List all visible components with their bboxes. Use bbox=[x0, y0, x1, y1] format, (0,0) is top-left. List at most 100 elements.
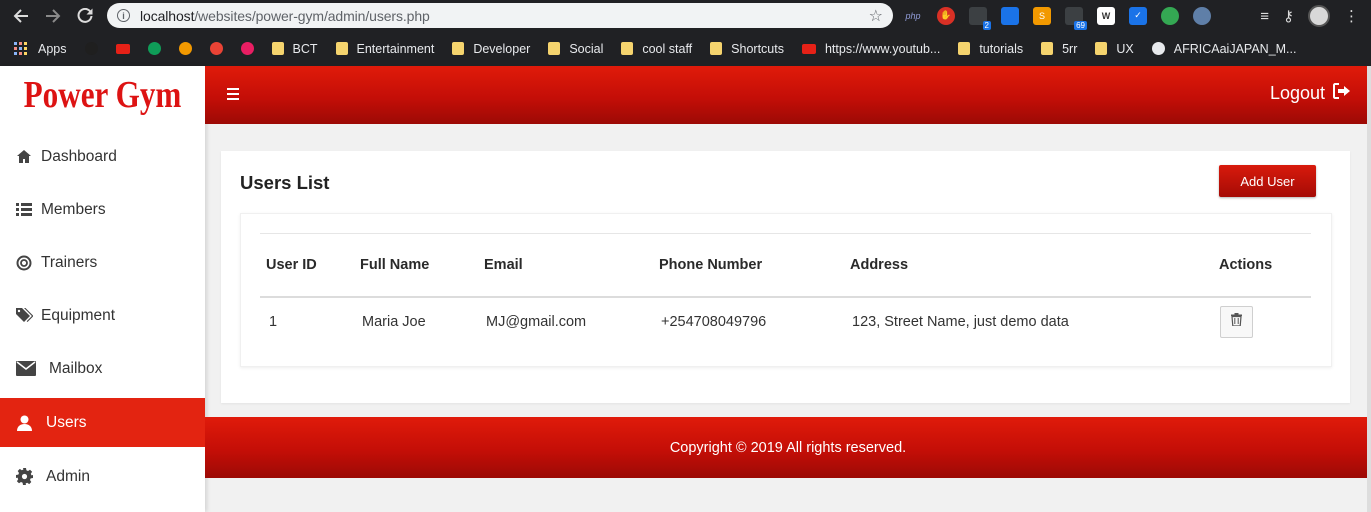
sidebar-item-members[interactable]: Members bbox=[0, 183, 205, 236]
sidebar-item-label: Dashboard bbox=[41, 147, 117, 165]
address-bar[interactable]: i localhost/websites/power-gym/admin/use… bbox=[107, 3, 893, 28]
bookmark-label: tutorials bbox=[979, 41, 1024, 56]
bookmark-shortcut-3[interactable] bbox=[147, 42, 161, 55]
back-arrow-icon[interactable] bbox=[10, 5, 32, 27]
cell-full-name: Maria Joe bbox=[362, 314, 426, 330]
add-user-button[interactable]: Add User bbox=[1219, 165, 1316, 197]
bookmark-shortcut-1[interactable] bbox=[84, 42, 98, 55]
column-header-address: Address bbox=[850, 257, 909, 273]
cell-email: MJ@gmail.com bbox=[486, 314, 587, 330]
sidebar-item-mailbox[interactable]: Mailbox bbox=[0, 342, 205, 395]
bookmark-5rr[interactable]: 5rr bbox=[1041, 42, 1077, 56]
bookmark-africaaijapan-m[interactable]: AFRICAaiJAPAN_M... bbox=[1151, 41, 1297, 56]
column-header-user-id: User ID bbox=[266, 257, 317, 273]
bookmark-shortcut-6[interactable] bbox=[240, 42, 254, 55]
bookmark-https-www-youtub[interactable]: https://www.youtub... bbox=[801, 41, 941, 56]
home-icon bbox=[15, 150, 33, 163]
page-scrollbar[interactable] bbox=[1367, 66, 1371, 512]
sidebar-item-label: Equipment bbox=[41, 306, 116, 324]
bookmark-shortcuts[interactable]: Shortcuts bbox=[710, 42, 784, 56]
column-header-full-name: Full Name bbox=[360, 257, 430, 273]
sidebar-menu: Dashboard Members Trainers Equipment Mai… bbox=[0, 130, 205, 503]
logout-label: Logout bbox=[1269, 83, 1325, 103]
bookmark-label: Apps bbox=[38, 41, 67, 56]
bookmark-ux[interactable]: UX bbox=[1095, 42, 1134, 56]
delete-user-button[interactable] bbox=[1220, 306, 1253, 338]
bookmark-bct[interactable]: BCT bbox=[271, 41, 318, 56]
sidebar-item-label: Mailbox bbox=[49, 359, 103, 377]
media-icon[interactable]: ≡ bbox=[1260, 8, 1269, 25]
sidebar-item-label: Members bbox=[41, 200, 106, 218]
globe-icon bbox=[1151, 42, 1165, 55]
brand-logo[interactable]: Power Gym bbox=[18, 66, 186, 124]
folder-icon bbox=[1095, 42, 1108, 55]
wiki-extension-icon[interactable]: W bbox=[1097, 6, 1115, 25]
cell-phone: +254708049796 bbox=[661, 314, 767, 330]
bookmark-label: https://www.youtub... bbox=[824, 41, 941, 56]
hamburger-menu-icon[interactable] bbox=[227, 88, 239, 100]
gear-icon bbox=[15, 468, 33, 485]
folder-icon bbox=[335, 42, 348, 55]
key-icon[interactable]: ⚷ bbox=[1283, 7, 1294, 25]
sidebar-item-trainers[interactable]: Trainers bbox=[0, 236, 205, 289]
php-extension-icon[interactable]: php bbox=[903, 7, 923, 25]
browser-right-icons: ≡ ⚷ ⋮ bbox=[1246, 5, 1359, 27]
info-icon[interactable]: i bbox=[117, 9, 130, 22]
bookmark-tutorials[interactable]: tutorials bbox=[958, 42, 1023, 56]
page-title: Users List bbox=[240, 172, 330, 193]
column-header-phone: Phone Number bbox=[659, 257, 763, 273]
bookmark-label: Social bbox=[569, 41, 604, 56]
sidebar: Power Gym Dashboard Members Trainers Equ… bbox=[0, 66, 205, 512]
sidebar-item-admin[interactable]: Admin bbox=[0, 450, 205, 503]
profile-avatar[interactable] bbox=[1308, 5, 1330, 27]
browser-toolbar: i localhost/websites/power-gym/admin/use… bbox=[0, 0, 1371, 31]
bookmark-label: BCT bbox=[292, 41, 318, 56]
url-path: /websites/power-gym/admin/users.php bbox=[194, 7, 430, 24]
sidebar-item-users[interactable]: Users bbox=[0, 398, 205, 447]
user-icon bbox=[15, 415, 33, 431]
top-header: Logout bbox=[205, 66, 1371, 124]
extension-badge: 2 bbox=[982, 20, 991, 30]
extensions-area: php ✋ 2 S 69 W ✓ bbox=[903, 5, 1225, 30]
folder-icon bbox=[621, 42, 634, 55]
check-extension-icon[interactable]: ✓ bbox=[1129, 6, 1147, 25]
bookmark-label: Developer bbox=[473, 41, 531, 56]
bookmark-shortcut-2[interactable] bbox=[115, 43, 130, 54]
site-favicon-icon bbox=[84, 42, 98, 55]
logout-button[interactable]: Logout bbox=[1270, 83, 1351, 104]
bookmark-shortcut-4[interactable] bbox=[178, 42, 192, 55]
sidebar-item-equipment[interactable]: Equipment bbox=[0, 289, 205, 342]
bookmark-label: cool staff bbox=[642, 41, 693, 56]
bookmark-entertainment[interactable]: Entertainment bbox=[335, 42, 434, 56]
sublime-extension-icon[interactable]: S bbox=[1033, 6, 1051, 25]
menu-kebab-icon[interactable]: ⋮ bbox=[1344, 7, 1359, 25]
reload-icon[interactable] bbox=[74, 5, 96, 27]
apps-grid-icon bbox=[14, 41, 28, 56]
cell-address: 123, Street Name, just demo data bbox=[852, 314, 1069, 330]
cloud-extension-icon[interactable] bbox=[1193, 6, 1211, 25]
youtube-icon bbox=[115, 43, 130, 54]
globe-extension-icon[interactable] bbox=[1161, 6, 1179, 25]
folder-icon bbox=[710, 42, 723, 55]
bookmark-shortcut-5[interactable] bbox=[209, 42, 223, 55]
bookmark-social[interactable]: Social bbox=[548, 42, 603, 56]
bookmark-developer[interactable]: Developer bbox=[452, 42, 530, 56]
bookmark-star-icon[interactable]: ☆ bbox=[869, 6, 883, 26]
site-favicon-icon bbox=[240, 42, 254, 55]
adblock-extension-icon[interactable]: ✋ bbox=[937, 6, 955, 25]
forward-arrow-icon[interactable] bbox=[42, 5, 64, 27]
folder-icon bbox=[452, 42, 465, 55]
calendar-extension-icon[interactable]: 69 bbox=[1065, 6, 1087, 30]
site-favicon-icon bbox=[209, 42, 223, 55]
copyright-text: Copyright © 2019 All rights reserved. bbox=[669, 439, 907, 456]
bookmark-apps[interactable]: Apps bbox=[14, 41, 67, 56]
bookmark-label: 5rr bbox=[1062, 41, 1078, 56]
site-favicon-icon bbox=[178, 42, 192, 55]
sidebar-item-dashboard[interactable]: Dashboard bbox=[0, 130, 205, 183]
screen-extension-icon[interactable]: 2 bbox=[969, 6, 991, 30]
bookmark-label: AFRICAaiJAPAN_M... bbox=[1173, 41, 1297, 56]
table-header-divider bbox=[260, 296, 1311, 298]
cell-user-id: 1 bbox=[269, 314, 278, 330]
window-extension-icon[interactable] bbox=[1001, 6, 1019, 25]
bookmark-cool-staff[interactable]: cool staff bbox=[621, 42, 692, 56]
